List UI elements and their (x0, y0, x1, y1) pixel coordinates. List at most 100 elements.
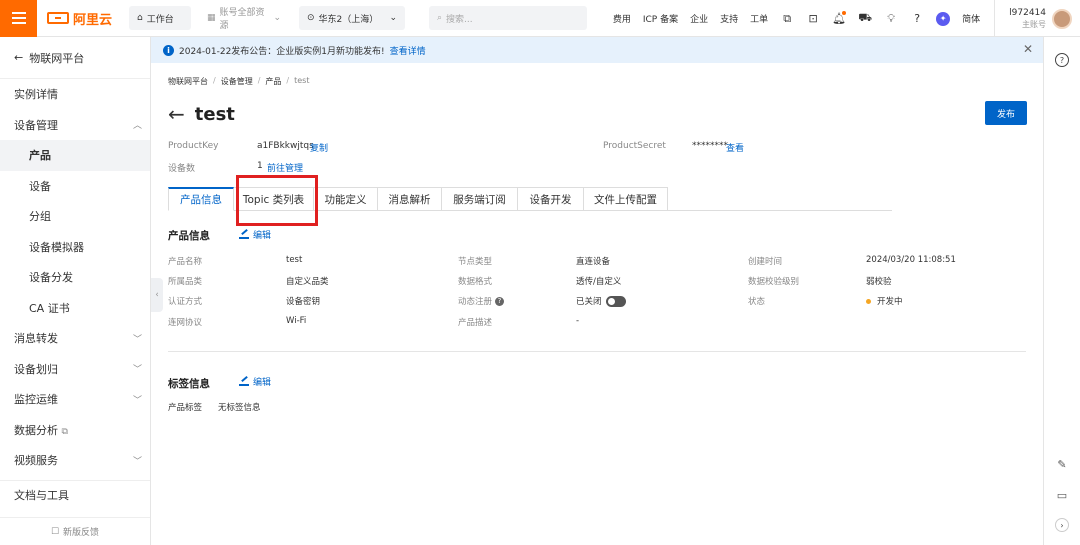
breadcrumb-item[interactable]: 物联网平台 (168, 76, 208, 87)
field-label: 状态 (748, 297, 766, 307)
edit-product-button[interactable]: 编辑 (239, 228, 271, 241)
field-label: 产品描述 (458, 318, 493, 328)
region-label: 华东2（上海） (318, 14, 379, 25)
sidebar-item-device-management[interactable]: 设备管理 ︿ (0, 110, 150, 141)
right-rail: ? ✎ ▭ › (1043, 37, 1080, 545)
product-secret-label: ProductSecret (603, 141, 666, 151)
chevron-down-icon: ﹀ (132, 365, 142, 376)
tab-feature-definition[interactable]: 功能定义 (314, 187, 378, 211)
sidebar-item-group[interactable]: 分组 (0, 201, 150, 232)
help-icon[interactable]: ? (495, 297, 505, 306)
sidebar-item-label: 设备 (29, 179, 51, 193)
pen-icon (239, 378, 249, 386)
auth-method-value: 设备密钥 (286, 297, 321, 307)
lightbulb-icon[interactable]: 💡︎ (884, 12, 898, 26)
chevron-right-icon[interactable]: › (1055, 518, 1069, 532)
billing-link[interactable]: 费用 (613, 12, 631, 25)
external-link-icon: ⧉ (61, 426, 68, 437)
cloud-shell-icon[interactable]: ⧉ (780, 12, 794, 26)
sidebar-item-monitoring[interactable]: 监控运维 ﹀ (0, 384, 150, 415)
sidebar-item-docs-tools[interactable]: 文档与工具 (0, 479, 150, 511)
sidebar-item-message-forward[interactable]: 消息转发 ﹀ (0, 323, 150, 354)
terminal-icon[interactable]: ⊡ (806, 12, 820, 26)
view-secret-button[interactable]: 查看 (726, 141, 744, 154)
sidebar-item-data-analysis[interactable]: 数据分析 ⧉ (0, 415, 150, 446)
edit-label: 编辑 (253, 378, 272, 388)
tab-message-parsing[interactable]: 消息解析 (378, 187, 442, 211)
status-dot-icon (866, 299, 871, 304)
breadcrumb-item[interactable]: 产品 (265, 76, 281, 87)
language-switch[interactable]: 简体 (962, 12, 980, 25)
tab-server-subscription[interactable]: 服务端订阅 (442, 187, 518, 211)
breadcrumb-item[interactable]: 设备管理 (221, 76, 253, 87)
field-label: 数据格式 (458, 277, 493, 287)
sidebar-item-label: 数据分析 (14, 423, 58, 437)
sidebar-item-video[interactable]: 视频服务 ﹀ (0, 445, 150, 476)
sidebar-item-product[interactable]: 产品 (0, 140, 150, 171)
tab-device-development[interactable]: 设备开发 (518, 187, 584, 211)
message-icon[interactable]: ▭ (1055, 488, 1069, 502)
sidebar-item-label: CA 证书 (29, 301, 70, 315)
data-format-value: 透传/自定义 (576, 277, 622, 287)
chevron-down-icon: ⌄ (389, 13, 397, 23)
sidebar-item-ca-cert[interactable]: CA 证书 (0, 293, 150, 324)
cart-icon[interactable]: ⛟ (858, 11, 872, 26)
chevron-down-icon: ﹀ (132, 395, 142, 406)
sidebar-item-label: 设备分发 (29, 271, 73, 285)
publish-button[interactable]: 发布 (985, 101, 1027, 125)
menu-icon[interactable] (0, 0, 37, 37)
tag-info-title: 标签信息 (168, 378, 210, 390)
workbench-label: 工作台 (146, 14, 174, 25)
workbench-button[interactable]: ⌂ 工作台 (129, 6, 191, 30)
edit-icon[interactable]: ✎ (1055, 457, 1069, 471)
tab-file-upload-config[interactable]: 文件上传配置 (584, 187, 668, 211)
tab-product-info[interactable]: 产品信息 (168, 187, 234, 211)
resources-label: 账号全部资源 (219, 8, 265, 31)
ticket-link[interactable]: 工单 (750, 12, 768, 25)
feedback-button[interactable]: ☐ 新版反馈 (0, 517, 150, 545)
sidebar-item-label: 实例详情 (14, 88, 58, 102)
breadcrumb-current: test (294, 76, 310, 85)
sidebar-item-distribution[interactable]: 设备分发 (0, 262, 150, 293)
sidebar-item-simulator[interactable]: 设备模拟器 (0, 232, 150, 263)
manage-devices-link[interactable]: 前往管理 (267, 161, 303, 174)
description-value: - (576, 316, 580, 326)
copy-button[interactable]: 复制 (310, 141, 328, 154)
product-name-value: test (286, 255, 303, 265)
section-divider (168, 351, 1026, 352)
field-label: 节点类型 (458, 257, 493, 267)
search-input[interactable]: ⌕ 搜索... (429, 6, 587, 30)
sidebar-item-label: 设备划归 (14, 362, 58, 376)
assistant-icon[interactable]: ✦ (936, 11, 951, 26)
avatar[interactable] (1052, 8, 1072, 29)
bell-icon[interactable]: 🔔︎ (832, 10, 847, 26)
edit-tags-button[interactable]: 编辑 (239, 375, 271, 388)
location-icon: ⊙ (307, 13, 315, 23)
icp-link[interactable]: ICP 备案 (643, 12, 678, 25)
close-icon[interactable]: ✕ (1023, 42, 1033, 56)
region-selector[interactable]: ⊙ 华东2（上海） ⌄ (299, 6, 405, 30)
account-menu[interactable]: l972414 主账号 (994, 0, 1080, 37)
back-arrow-icon[interactable]: ← (168, 102, 185, 126)
sidebar-item-device-assign[interactable]: 设备划归 ﹀ (0, 354, 150, 385)
sidebar-item-label: 设备模拟器 (29, 240, 84, 254)
sidebar-item-device[interactable]: 设备 (0, 171, 150, 202)
sidebar-item-instance[interactable]: 实例详情 (0, 79, 150, 110)
sidebar-item-label: 文档与工具 (14, 489, 69, 503)
resources-selector[interactable]: ▦ 账号全部资源 ⌄ (199, 6, 289, 31)
announcement-link[interactable]: 查看详情 (390, 44, 426, 57)
field-label: 产品名称 (168, 257, 203, 267)
sidebar-back-button[interactable]: ← 物联网平台 (0, 37, 150, 79)
help-icon[interactable]: ? (1055, 53, 1069, 67)
support-link[interactable]: 支持 (720, 12, 738, 25)
sidebar-item-label: 视频服务 (14, 454, 58, 468)
aliyun-logo[interactable]: 阿里云 (47, 9, 117, 28)
product-tag-value: 无标签信息 (218, 403, 261, 413)
product-key-label: ProductKey (168, 141, 219, 151)
enterprise-link[interactable]: 企业 (690, 12, 708, 25)
help-icon[interactable]: ? (910, 12, 924, 26)
dynamic-register-toggle[interactable] (605, 296, 626, 307)
feedback-label: 新版反馈 (63, 528, 100, 538)
verify-level-value: 弱校验 (866, 277, 892, 287)
status-badge: 开发中 (866, 295, 903, 307)
